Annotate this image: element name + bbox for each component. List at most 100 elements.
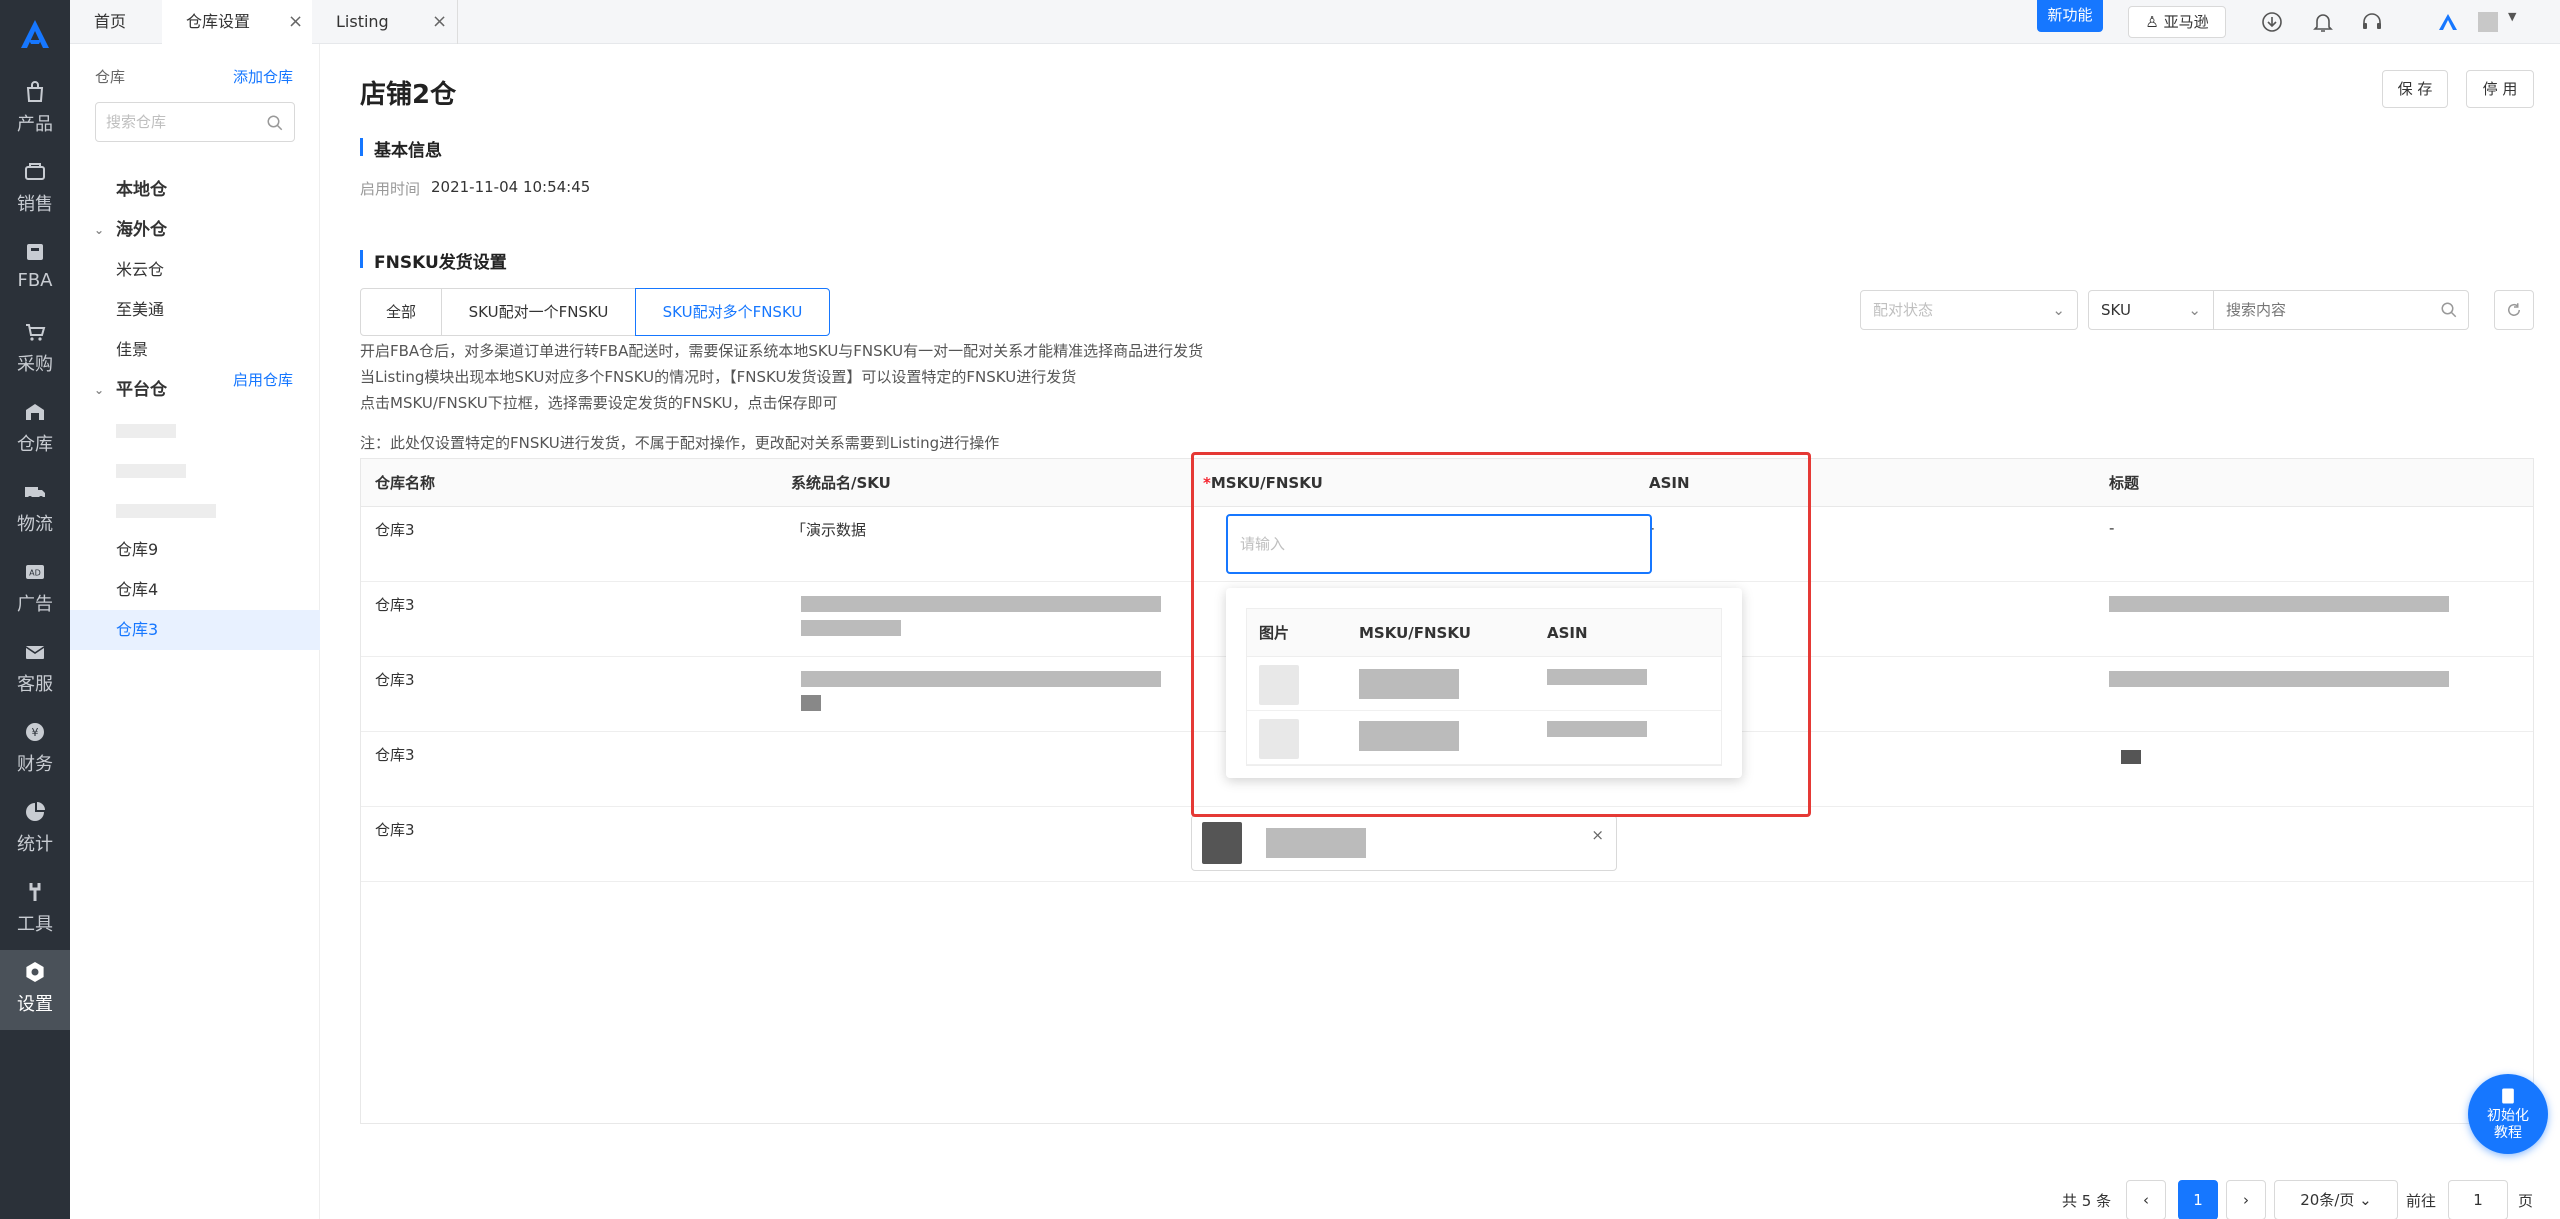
nav-item-finance[interactable]: ¥ 财务 <box>0 710 70 790</box>
cell-warehouse: 仓库3 <box>375 746 415 764</box>
warehouse-item-redacted[interactable] <box>70 450 320 490</box>
segment-all[interactable]: 全部 <box>360 288 442 336</box>
save-button[interactable]: 保 存 <box>2382 70 2448 108</box>
start-time-label: 启用时间 <box>360 180 421 198</box>
warehouse-search-input[interactable] <box>106 103 266 141</box>
description-line: 当Listing模块出现本地SKU对应多个FNSKU的情况时，【FNSKU发货设… <box>360 368 1077 386</box>
search-field-select[interactable]: SKU ⌄ <box>2088 290 2214 330</box>
gear-icon <box>26 962 44 982</box>
fba-icon <box>27 244 43 260</box>
dropdown-option[interactable] <box>1247 657 1721 711</box>
search-input[interactable] <box>2226 292 2436 328</box>
nav-item-sales[interactable]: 销售 <box>0 150 70 230</box>
nav-item-tools[interactable]: 工具 <box>0 870 70 950</box>
tutorial-label: 初始化 教程 <box>2487 1108 2529 1141</box>
nav-label: 工具 <box>17 914 53 935</box>
chevron-down-icon: ⌄ <box>2052 301 2065 319</box>
tab-warehouse-settings[interactable]: 仓库设置 × <box>162 0 312 44</box>
nav-item-service[interactable]: 客服 <box>0 630 70 710</box>
sale-icon <box>25 163 45 180</box>
goto-page-input[interactable]: 1 <box>2448 1180 2508 1219</box>
warehouse-group-overseas[interactable]: ⌄ 海外仓 <box>70 210 320 250</box>
logo-icon[interactable] <box>17 16 53 52</box>
msku-input[interactable] <box>1226 514 1652 574</box>
segment-one-fnsku[interactable]: SKU配对一个FNSKU <box>441 288 636 336</box>
download-icon[interactable] <box>2260 10 2284 34</box>
nav-label: 设置 <box>17 994 53 1015</box>
tab-label: Listing <box>336 12 389 31</box>
cell-sku-redacted <box>801 596 1161 640</box>
select-placeholder: 配对状态 <box>1873 301 1934 319</box>
chevron-down-icon: ⌄ <box>94 223 105 237</box>
disable-button[interactable]: 停 用 <box>2466 70 2534 108</box>
warehouse-item[interactable]: 至美通 <box>70 290 320 330</box>
nav-item-statistics[interactable]: 统计 <box>0 790 70 870</box>
enable-warehouse-link[interactable]: 启用仓库 <box>233 360 293 400</box>
svg-text:AD: AD <box>29 569 41 578</box>
bell-icon[interactable] <box>2311 10 2335 34</box>
nav-item-product[interactable]: 产品 <box>0 70 70 150</box>
next-page-button[interactable]: › <box>2226 1180 2266 1219</box>
ad-icon: AD <box>26 565 44 579</box>
search-icon[interactable] <box>2440 301 2458 319</box>
page-1-button[interactable]: 1 <box>2178 1180 2218 1219</box>
warehouse-group-local[interactable]: 本地仓 <box>70 170 320 210</box>
nav-item-fba[interactable]: FBA <box>0 230 70 310</box>
nav-item-purchase[interactable]: 采购 <box>0 310 70 390</box>
brand-icon[interactable] <box>2436 10 2460 34</box>
warehouse-item[interactable]: 仓库9 <box>70 530 320 570</box>
warehouse-item-redacted[interactable] <box>70 490 320 530</box>
headset-icon[interactable] <box>2360 10 2384 34</box>
dropdown-option[interactable] <box>1247 711 1721 765</box>
msku-input-field[interactable] <box>1240 516 1640 572</box>
new-feature-badge[interactable]: 新功能 <box>2037 0 2103 32</box>
col-asin: ASIN <box>1649 474 1690 492</box>
clear-icon[interactable]: × <box>1591 826 1604 844</box>
store-selector-button[interactable]: ♙ 亚马逊 <box>2128 6 2226 38</box>
warehouse-item-active[interactable]: 仓库3 <box>70 610 320 650</box>
search-box[interactable] <box>2213 290 2469 330</box>
close-icon[interactable]: × <box>432 0 447 44</box>
msku-redacted <box>1359 721 1459 751</box>
segment-multi-fnsku[interactable]: SKU配对多个FNSKU <box>635 288 830 336</box>
required-mark: * <box>1203 474 1211 492</box>
warehouse-item[interactable]: 仓库4 <box>70 570 320 610</box>
search-icon[interactable] <box>266 114 284 132</box>
tab-listing[interactable]: Listing × <box>312 0 458 44</box>
col-warehouse: 仓库名称 <box>375 474 436 492</box>
msku-selected-field[interactable]: × <box>1191 815 1617 871</box>
tab-label: 仓库设置 <box>186 12 251 31</box>
page-size-value: 20条/页 <box>2300 1191 2355 1209</box>
nav-label: 仓库 <box>17 434 53 455</box>
nav-item-logistics[interactable]: 物流 <box>0 470 70 550</box>
page-size-select[interactable]: 20条/页 ⌄ <box>2274 1180 2398 1219</box>
avatar[interactable] <box>2478 12 2498 32</box>
section-title-fnsku: FNSKU发货设置 <box>360 248 507 273</box>
warehouse-item-redacted[interactable] <box>70 410 320 450</box>
nav-item-settings[interactable]: 设置 <box>0 950 70 1030</box>
bag-icon <box>26 81 44 102</box>
warehouse-search[interactable] <box>95 102 295 142</box>
warehouse-icon <box>26 404 44 420</box>
close-icon[interactable]: × <box>288 0 303 44</box>
add-warehouse-link[interactable]: 添加仓库 <box>233 66 293 87</box>
page-unit-label: 页 <box>2518 1192 2534 1210</box>
cell-title-redacted <box>2121 750 2141 768</box>
warehouse-item[interactable]: 米云仓 <box>70 250 320 290</box>
svg-text:¥: ¥ <box>32 726 39 739</box>
tab-home[interactable]: 首页 <box>70 0 162 44</box>
start-time-value: 2021-11-04 10:54:45 <box>431 178 591 196</box>
nav-label: FBA <box>17 270 53 291</box>
nav-item-warehouse[interactable]: 仓库 <box>0 390 70 470</box>
cell-title-redacted <box>2109 671 2449 691</box>
user-icon: ♙ <box>2145 13 2159 31</box>
tutorial-button[interactable]: 初始化 教程 <box>2468 1074 2548 1154</box>
nav-item-ads[interactable]: AD 广告 <box>0 550 70 630</box>
chevron-down-icon[interactable]: ▼ <box>2508 10 2522 34</box>
pairing-status-select[interactable]: 配对状态 ⌄ <box>1860 290 2078 330</box>
msku-redacted <box>1359 669 1459 699</box>
refresh-button[interactable] <box>2494 290 2534 330</box>
dropdown-table: 图片 MSKU/FNSKU ASIN <box>1246 608 1722 766</box>
prev-page-button[interactable]: ‹ <box>2126 1180 2166 1219</box>
cart-icon <box>26 324 46 341</box>
